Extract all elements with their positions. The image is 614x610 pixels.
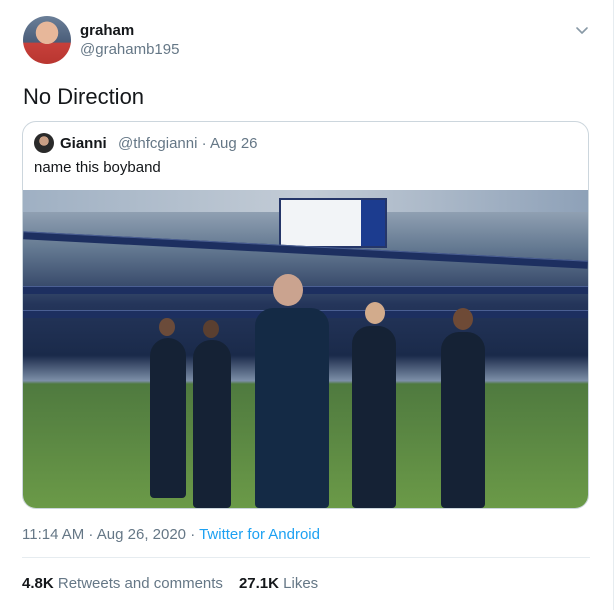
person-head — [365, 302, 385, 324]
person-head — [159, 318, 175, 336]
stadium-screen — [279, 198, 387, 248]
tweet-timestamp: 11:14 AM · Aug 26, 2020 · Twitter for An… — [22, 526, 320, 543]
retweets-count: 4.8K — [22, 575, 54, 592]
tweet-date[interactable]: Aug 26, 2020 — [97, 526, 186, 543]
user-avatar[interactable] — [23, 16, 71, 64]
likes-count: 27.1K — [238, 575, 279, 592]
retweets-stat[interactable]: 4.8K Retweets and comments — [22, 575, 223, 592]
person-figure — [150, 338, 186, 498]
tweet-source-link[interactable]: Twitter for Android — [199, 526, 320, 543]
user-display-name[interactable]: graham — [80, 22, 134, 39]
likes-label: Likes — [283, 575, 319, 592]
tweet-text: No Direction — [23, 84, 145, 109]
person-head — [453, 308, 473, 330]
stadium-banner — [23, 286, 588, 294]
tweet-stats: 4.8K Retweets and comments 27.1K Likes — [22, 575, 318, 592]
person-head — [273, 274, 303, 306]
quoted-user-meta: @thfcgianni · Aug 26 — [118, 135, 258, 152]
likes-stat[interactable]: 27.1K Likes — [239, 575, 318, 592]
person-figure — [352, 326, 396, 508]
divider — [22, 557, 590, 558]
chevron-down-icon[interactable] — [574, 22, 590, 38]
quoted-meta-separator: · — [197, 135, 210, 152]
quoted-user-avatar[interactable] — [34, 133, 54, 153]
timestamp-separator: · — [84, 526, 97, 543]
user-handle[interactable]: @grahamb195 — [80, 41, 179, 58]
quoted-tweet-text: name this boyband — [34, 159, 161, 176]
tweet-time[interactable]: 11:14 AM — [22, 526, 84, 543]
person-figure — [441, 332, 485, 508]
quoted-tweet-photo[interactable] — [23, 190, 588, 508]
person-head — [203, 320, 219, 338]
quoted-tweet-date: Aug 26 — [209, 135, 258, 152]
retweets-label: Retweets and comments — [57, 575, 223, 592]
tweet-card: graham @grahamb195 No Direction Gianni @… — [0, 0, 614, 610]
person-figure — [193, 340, 231, 508]
quoted-user-display-name: Gianni — [60, 135, 107, 152]
timestamp-separator: · — [186, 526, 200, 543]
quoted-tweet[interactable]: Gianni @thfcgianni · Aug 26 name this bo… — [22, 121, 589, 509]
quoted-user-handle: @thfcgianni — [118, 135, 198, 152]
person-figure — [255, 308, 329, 508]
